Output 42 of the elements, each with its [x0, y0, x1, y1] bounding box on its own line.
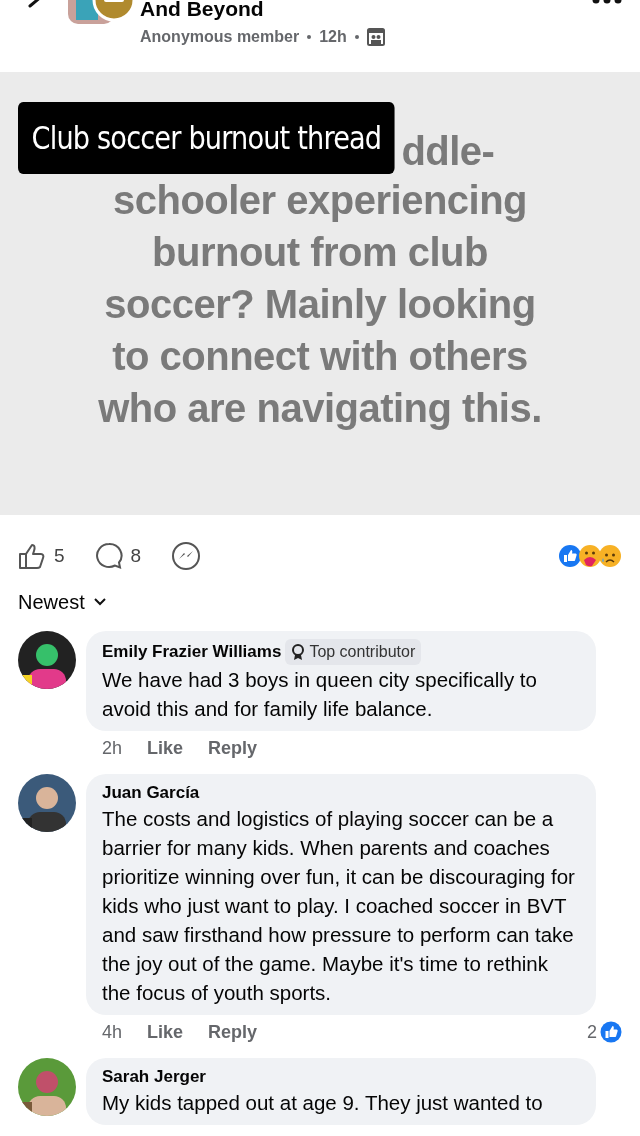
avatar [18, 1058, 76, 1116]
post-text: schooler experiencing [111, 177, 529, 224]
chevron-down-icon[interactable] [92, 597, 107, 607]
caption-label: Club soccer burnout thread [18, 102, 395, 174]
like-reaction-icon [558, 544, 582, 568]
comment-text: The costs and logistics of playing soccer can be a barrier for many kids. When parents and coaches prioritize winning over fun, it can be discouraging for kids who just want to play. I coached soccer in BVT and saw firsthand how pressure to perform can take the joy out of the game. Maybe it's time to rethink the focus of youth sports. [102, 806, 576, 1006]
post-text: soccer? Mainly looking [103, 281, 537, 328]
like-reaction-icon [600, 1021, 622, 1043]
post-text: ddle- [401, 128, 495, 174]
comment-count: 8 [130, 543, 142, 568]
group-avatar-icon [68, 0, 134, 26]
reaction-count: 2 [587, 1021, 597, 1044]
author-name: Anonymous member [140, 27, 300, 47]
commenter-name[interactable]: Emily Frazier Williams [102, 641, 282, 663]
separator-dot [354, 35, 359, 39]
group-name[interactable]: And Beyond [140, 0, 385, 20]
sort-dropdown[interactable]: Newest [18, 587, 85, 617]
care-reaction-icon [578, 544, 602, 568]
avatar [18, 631, 76, 689]
reply-link[interactable]: Reply [208, 1020, 258, 1044]
comment-time: 2h [102, 737, 123, 760]
commenter-name[interactable]: Sarah Jerger [102, 1066, 206, 1088]
comment-text: We have had 3 boys in queen city specifically to avoid this and for family life balance. [102, 667, 538, 722]
post-text: to connect with others [111, 333, 529, 380]
like-count: 5 [54, 543, 65, 568]
separator-dot [307, 35, 312, 39]
group-icon [366, 28, 385, 46]
contributor-badge: Top contributor [285, 639, 422, 665]
like-icon[interactable] [18, 542, 46, 570]
badge-icon [291, 644, 306, 660]
comment-time: 4h [102, 1021, 123, 1044]
avatar [18, 774, 76, 832]
comment-text: My kids tapped out at age 9. They just wanted to [102, 1090, 544, 1116]
post-text: who are navigating this. [97, 385, 543, 432]
post-text: burnout from club [151, 229, 489, 276]
sad-reaction-icon [598, 544, 622, 568]
like-link[interactable]: Like [147, 736, 184, 760]
post-time: 12h [319, 27, 347, 47]
comment-icon[interactable] [94, 542, 123, 570]
reply-link[interactable]: Reply [208, 736, 258, 760]
like-link[interactable]: Like [147, 1020, 184, 1044]
commenter-name[interactable]: Juan García [102, 782, 200, 804]
